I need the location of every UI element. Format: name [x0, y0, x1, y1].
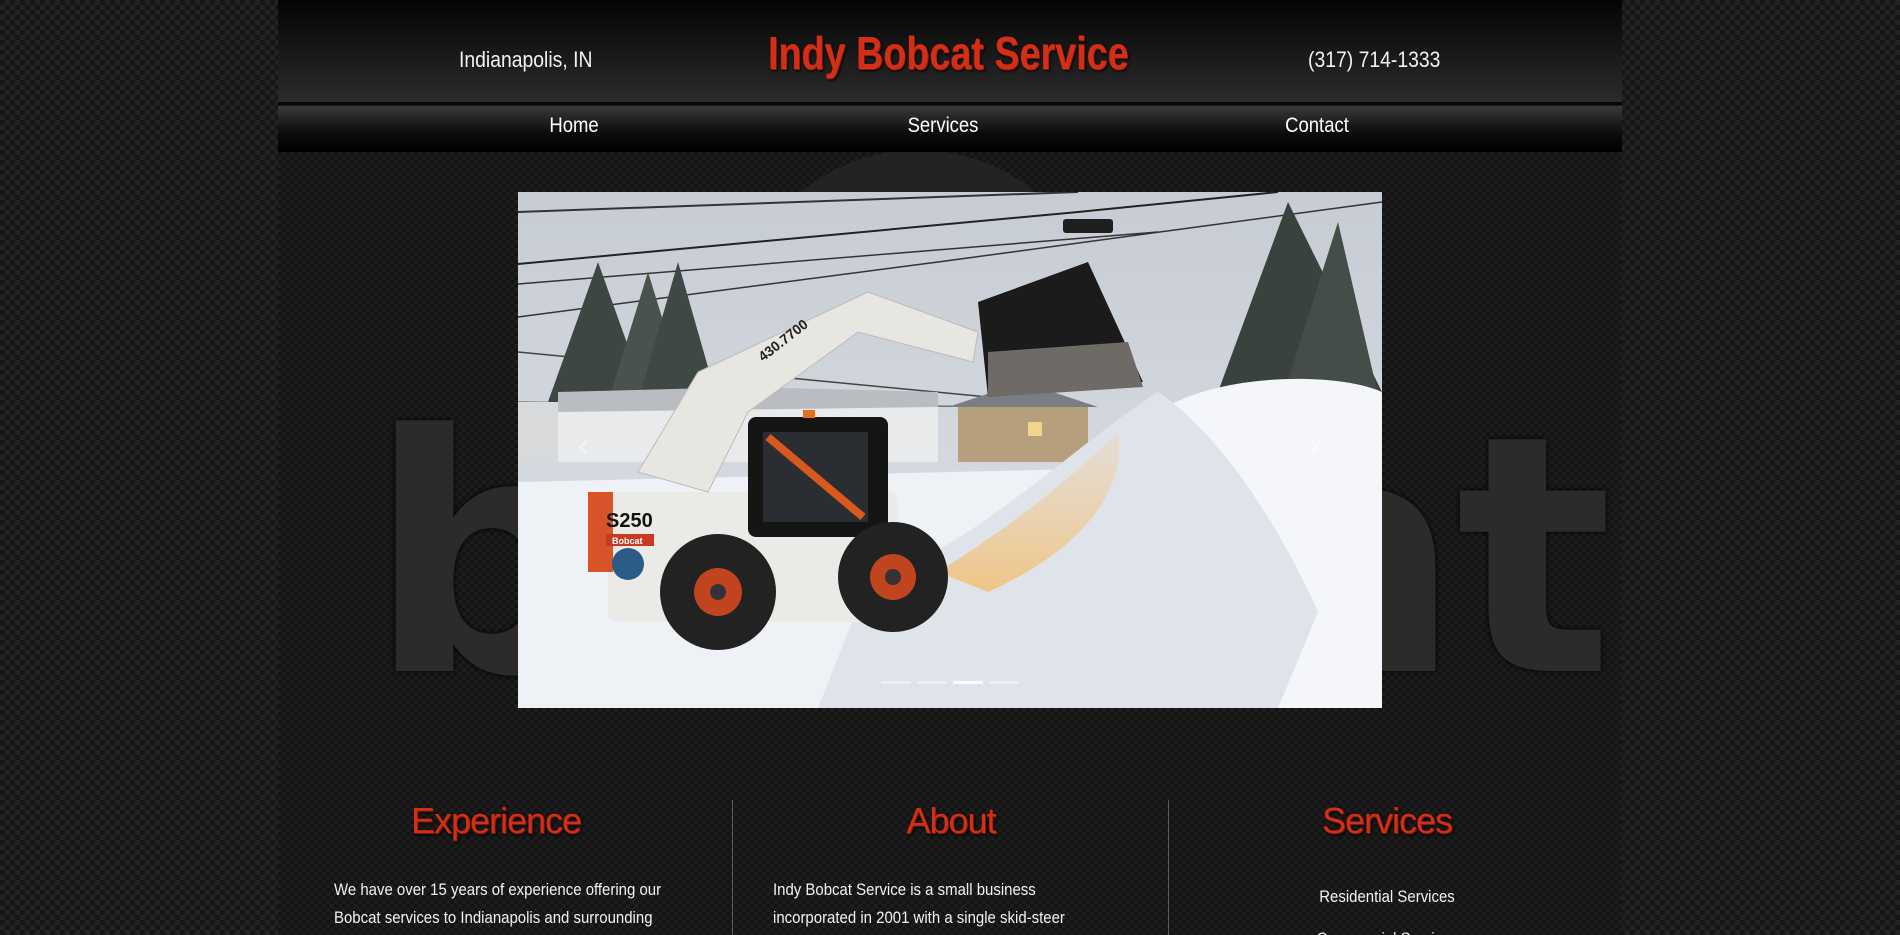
- nav-home[interactable]: Home: [486, 114, 662, 138]
- about-heading: About: [906, 800, 996, 841]
- experience-text: We have over 15 years of experience offe…: [334, 880, 662, 927]
- header-phone[interactable]: (317) 714-1333: [1308, 47, 1440, 73]
- nav-services[interactable]: Services: [855, 114, 1031, 138]
- experience-section: Experience We have over 15 years of expe…: [278, 800, 714, 935]
- main-nav: Home Services Contact: [278, 106, 1622, 152]
- header-location: Indianapolis, IN: [459, 47, 593, 72]
- bobcat-brand-decal: Bobcat: [612, 536, 643, 546]
- carousel-indicator[interactable]: [917, 681, 947, 684]
- page-container: bobcat Indianapolis, IN Indy Bobcat Serv…: [278, 0, 1622, 935]
- bobcat-model-decal: S250: [606, 510, 653, 532]
- carousel-indicator[interactable]: [989, 681, 1019, 684]
- carousel-indicator[interactable]: [881, 681, 911, 684]
- site-header: Indianapolis, IN Indy Bobcat Service (31…: [278, 0, 1622, 105]
- about-section: About Indy Bobcat Service is a small bus…: [732, 800, 1169, 935]
- hero-carousel[interactable]: S250 Bobcat 430.7700 ‹ ›: [518, 192, 1382, 708]
- service-link-commercial[interactable]: Commercial Services: [1169, 918, 1605, 935]
- services-section: Services Residential Services Commercial…: [1168, 800, 1605, 935]
- chevron-left-icon[interactable]: ‹: [568, 432, 598, 462]
- site-title[interactable]: Indy Bobcat Service: [768, 26, 1129, 80]
- carousel-indicator-active[interactable]: [953, 681, 983, 684]
- chevron-right-icon[interactable]: ›: [1300, 432, 1330, 462]
- services-heading: Services: [1321, 800, 1453, 841]
- services-list: Residential Services Commercial Services: [1169, 876, 1605, 935]
- nav-contact[interactable]: Contact: [1229, 114, 1405, 138]
- about-text: Indy Bobcat Service is a small business …: [773, 880, 1065, 927]
- experience-heading: Experience: [410, 800, 582, 841]
- service-link-residential[interactable]: Residential Services: [1169, 876, 1605, 918]
- carousel-indicators: [518, 681, 1382, 684]
- carousel-slide-image: S250 Bobcat 430.7700: [518, 192, 1382, 708]
